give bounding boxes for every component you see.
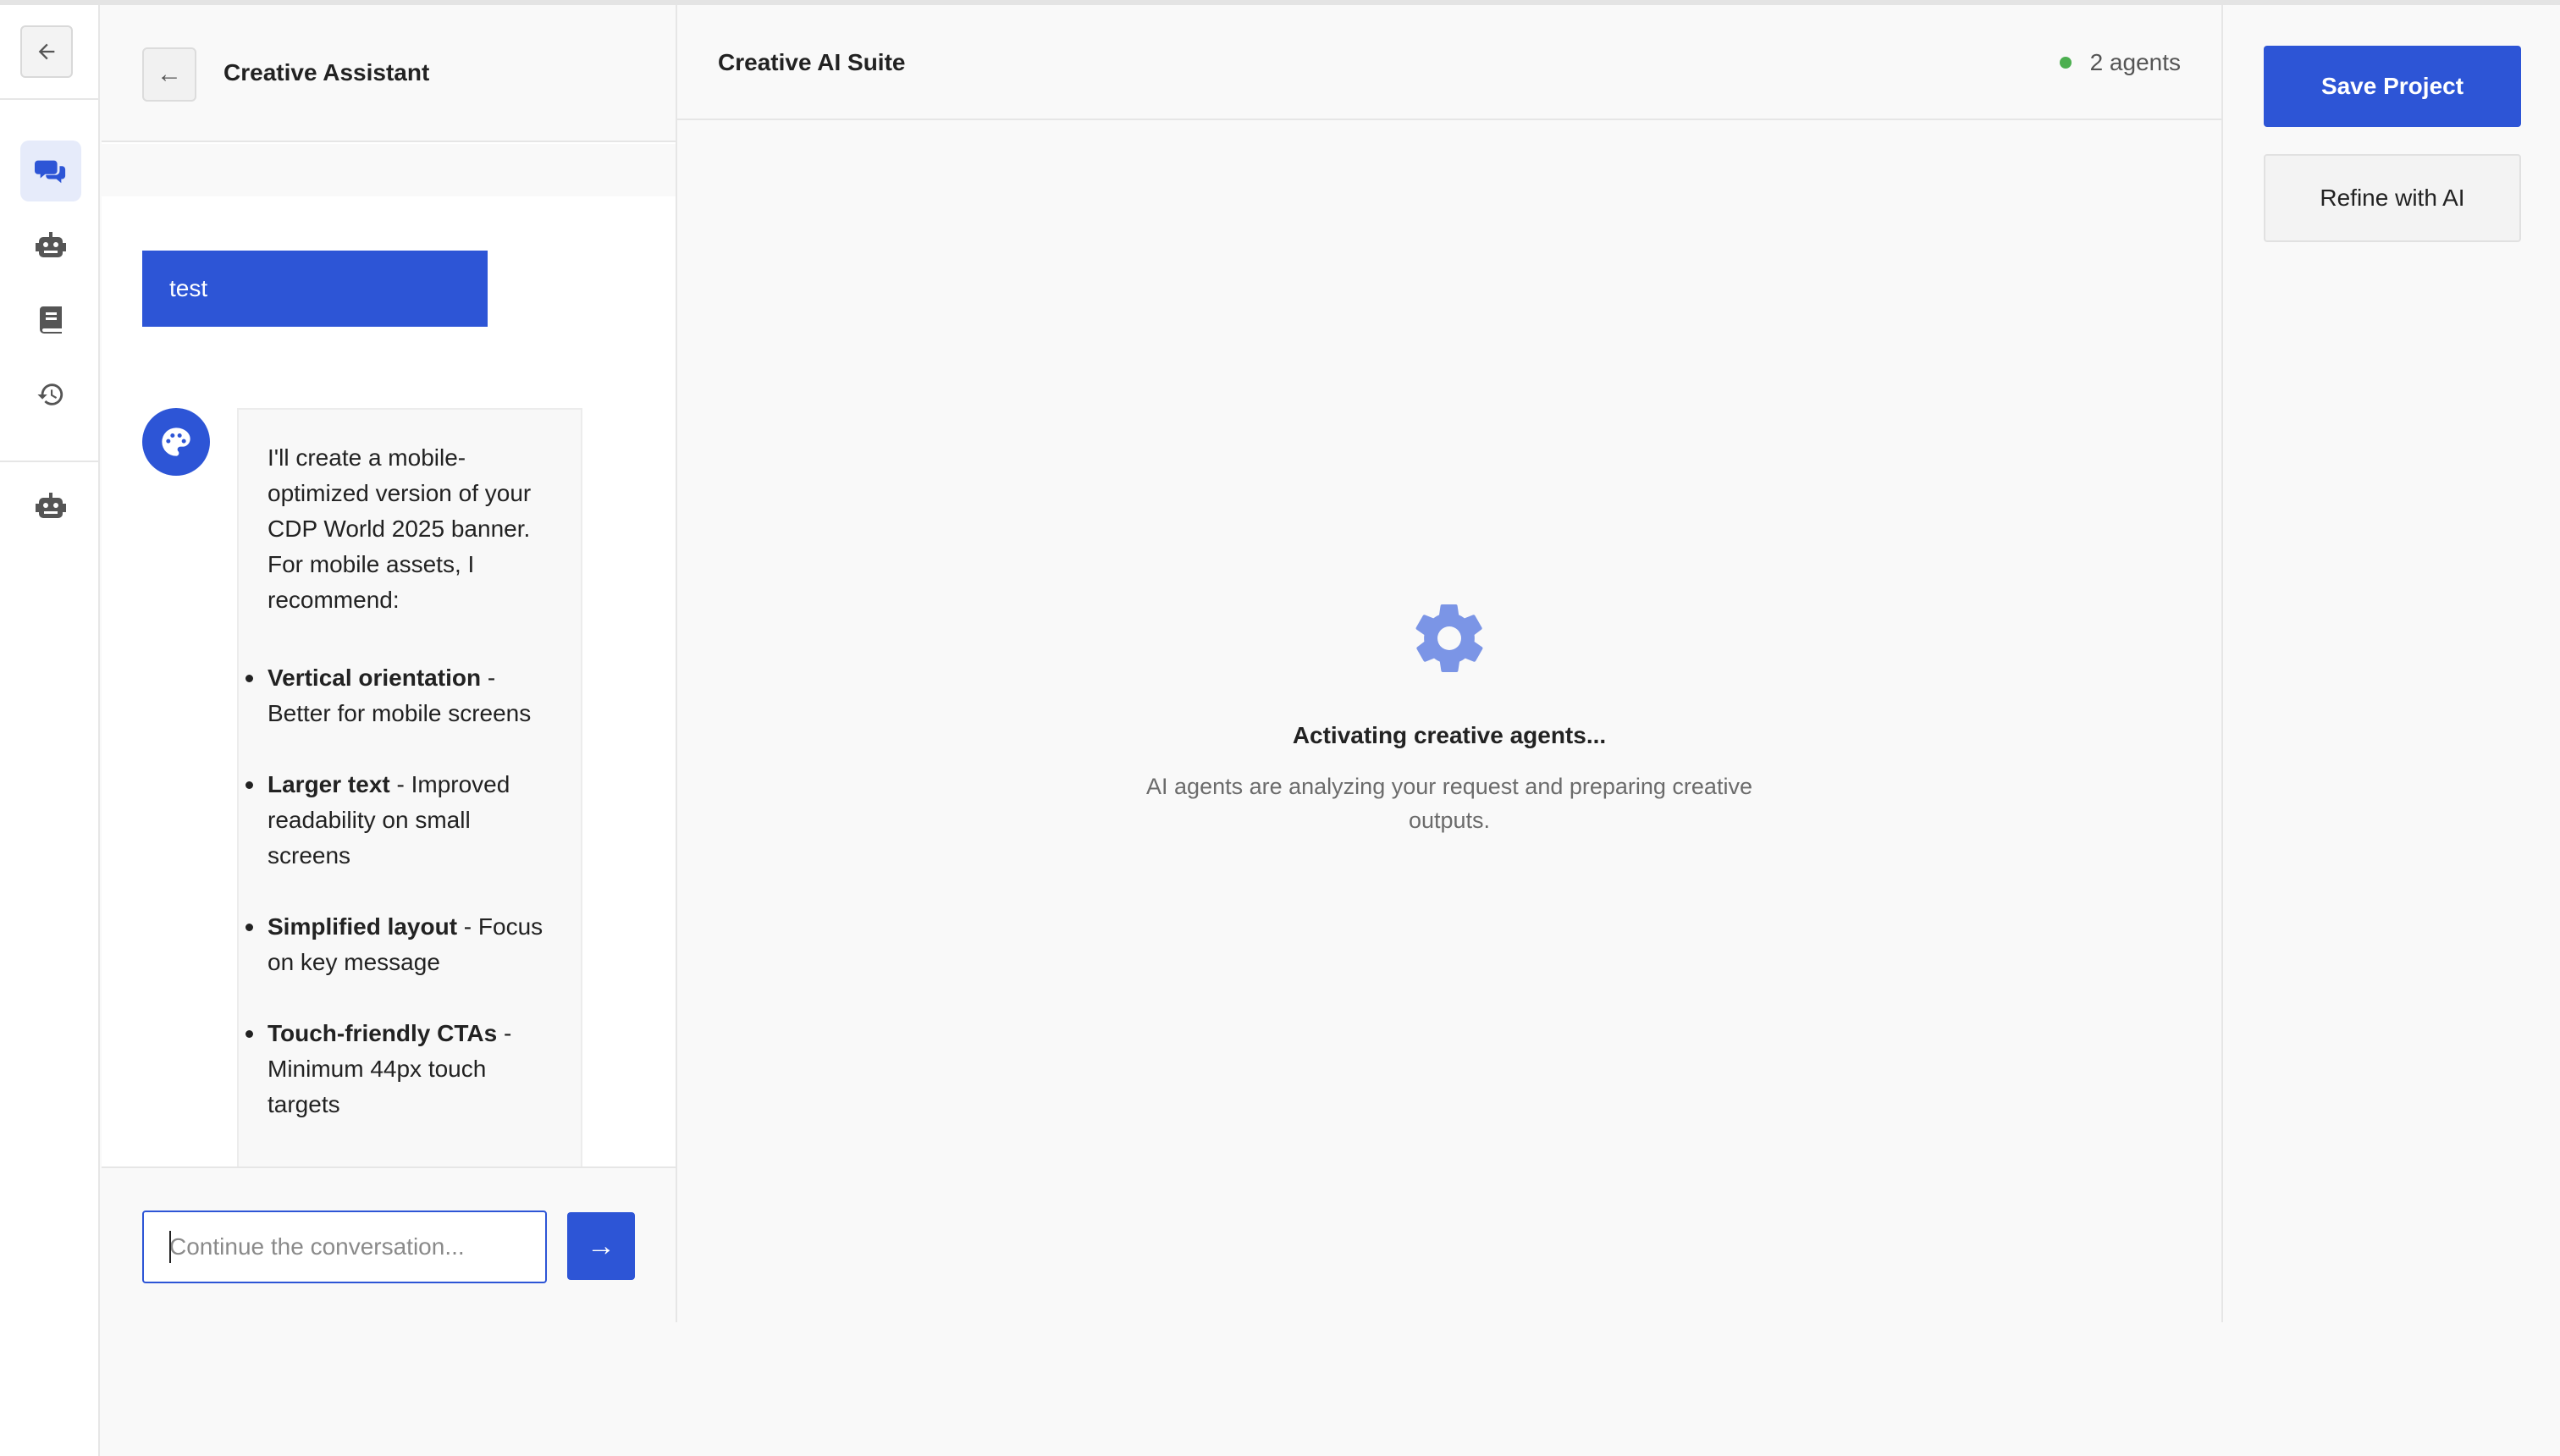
loading-state: Activating creative agents... AI agents …: [677, 598, 2221, 837]
assistant-message: I'll create a mobile-optimized version o…: [237, 408, 582, 1170]
recommendation-title: Larger text: [268, 771, 390, 797]
collapse-button[interactable]: [20, 25, 73, 78]
list-item: Vertical orientation - Better for mobile…: [246, 660, 554, 731]
status-dot-icon: [2059, 57, 2072, 69]
nav-item-library[interactable]: [20, 290, 81, 350]
chat-title: Creative Assistant: [223, 59, 430, 85]
creative-canvas: Creative AI Suite 2 agents Activating cr…: [677, 5, 2223, 1322]
send-button[interactable]: →: [567, 1212, 635, 1280]
canvas-title: Creative AI Suite: [718, 49, 906, 75]
robot-icon: [36, 493, 66, 518]
icon-rail: [0, 5, 100, 1456]
chat-panel: ← Creative Assistant test I'll create a …: [102, 5, 677, 1322]
nav-item-history[interactable]: [20, 364, 81, 425]
canvas-header: Creative AI Suite 2 agents: [677, 5, 2221, 120]
book-icon: [40, 306, 62, 334]
history-icon: [37, 383, 63, 405]
app-window: ← Creative Assistant test I'll create a …: [0, 0, 2560, 1456]
user-message-text: test: [169, 275, 208, 301]
gear-icon: [1415, 604, 1483, 673]
chat-input[interactable]: [142, 1211, 547, 1283]
nav-item-agents[interactable]: [20, 215, 81, 276]
recommendation-list: Vertical orientation - Better for mobile…: [246, 660, 554, 1122]
text-caret: [169, 1231, 171, 1263]
list-item: Simplified layout - Focus on key message: [246, 909, 554, 980]
rail-divider: [0, 98, 98, 100]
recommendation-title: Vertical orientation: [268, 665, 482, 691]
list-item: Larger text - Improved readability on sm…: [246, 767, 554, 874]
palette-icon: [162, 427, 190, 456]
action-panel: Save Project Refine with AI: [2225, 5, 2560, 1456]
robot-icon: [36, 232, 66, 257]
chat-composer: →: [102, 1166, 676, 1322]
assistant-intro: I'll create a mobile-optimized version o…: [268, 444, 532, 613]
save-project-button[interactable]: Save Project: [2264, 46, 2521, 127]
arrow-right-icon: →: [587, 1229, 615, 1262]
agents-count: 2 agents: [2089, 49, 2181, 75]
chat-icon: [35, 160, 66, 184]
nav-item-chat[interactable]: [20, 141, 81, 201]
refine-with-ai-button[interactable]: Refine with AI: [2264, 154, 2521, 242]
loading-subtitle: AI agents are analyzing your request and…: [1146, 774, 1752, 833]
user-message: test: [142, 251, 488, 327]
recommendation-title: Simplified layout: [268, 913, 458, 940]
agents-status: 2 agents: [2059, 49, 2181, 76]
arrow-left-icon: ←: [157, 60, 182, 88]
chat-header: ← Creative Assistant: [102, 5, 676, 142]
recommendation-title: Touch-friendly CTAs: [268, 1020, 498, 1046]
arrow-left-icon: [38, 43, 55, 60]
chat-subheader: [102, 144, 676, 196]
nav-item-agent-settings[interactable]: [20, 476, 81, 537]
back-button[interactable]: ←: [142, 47, 196, 102]
rail-divider: [0, 461, 98, 462]
list-item: Touch-friendly CTAs - Minimum 44px touch…: [246, 1016, 554, 1122]
assistant-avatar: [142, 408, 210, 476]
loading-title: Activating creative agents...: [1292, 722, 1607, 748]
